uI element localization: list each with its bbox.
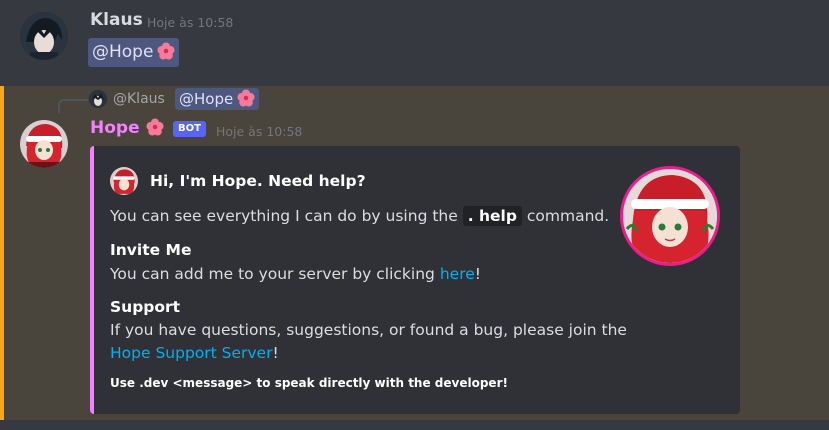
author-name-text: Hope	[90, 118, 140, 138]
reply-connector	[58, 99, 88, 113]
hibiscus-icon	[146, 118, 164, 136]
section-title-support: Support	[110, 298, 181, 316]
hibiscus-icon	[157, 42, 175, 60]
timestamp: Hoje às 10:58	[147, 15, 234, 30]
timestamp: Hoje às 10:58	[216, 124, 303, 139]
mention-text: @Hope	[92, 42, 154, 62]
bot-badge: BOT	[173, 121, 206, 137]
invite-text: You can add me to your server by clickin…	[110, 265, 435, 283]
user-mention[interactable]: @Hope	[88, 38, 180, 67]
embed-footer: Use .dev <message> to speak directly wit…	[110, 376, 508, 390]
embed-help-line: You can see everything I can do by using…	[110, 206, 610, 226]
invite-link[interactable]: here	[440, 265, 475, 283]
support-link-line: Hope Support Server!	[110, 344, 279, 362]
invite-punct: !	[474, 265, 481, 283]
reply-author[interactable]: @Klaus	[113, 91, 165, 107]
mention-text: @Hope	[179, 90, 234, 108]
support-server-link[interactable]: Hope Support Server	[110, 344, 272, 362]
embed-author-avatar	[110, 167, 138, 195]
invite-line: You can add me to your server by clickin…	[110, 265, 481, 283]
help-text: You can see everything I can do by using…	[110, 207, 458, 225]
section-title-invite: Invite Me	[110, 241, 192, 259]
reply-avatar-klaus[interactable]	[89, 90, 107, 108]
avatar-klaus[interactable]	[20, 12, 68, 60]
author-name[interactable]: Hope	[90, 118, 164, 138]
hibiscus-icon	[237, 89, 255, 107]
support-punct: !	[272, 344, 279, 362]
help-text-end: command.	[526, 207, 610, 225]
bottom-spacer	[0, 420, 829, 430]
embed-title: Hi, I'm Hope. Need help?	[150, 172, 366, 190]
reply-mention[interactable]: @Hope	[175, 88, 260, 110]
avatar-hope[interactable]	[20, 120, 68, 168]
author-name[interactable]: Klaus	[90, 10, 143, 30]
embed-thumbnail	[620, 166, 720, 266]
help-command-code: . help	[462, 206, 522, 226]
support-line: If you have questions, suggestions, or f…	[110, 321, 627, 339]
